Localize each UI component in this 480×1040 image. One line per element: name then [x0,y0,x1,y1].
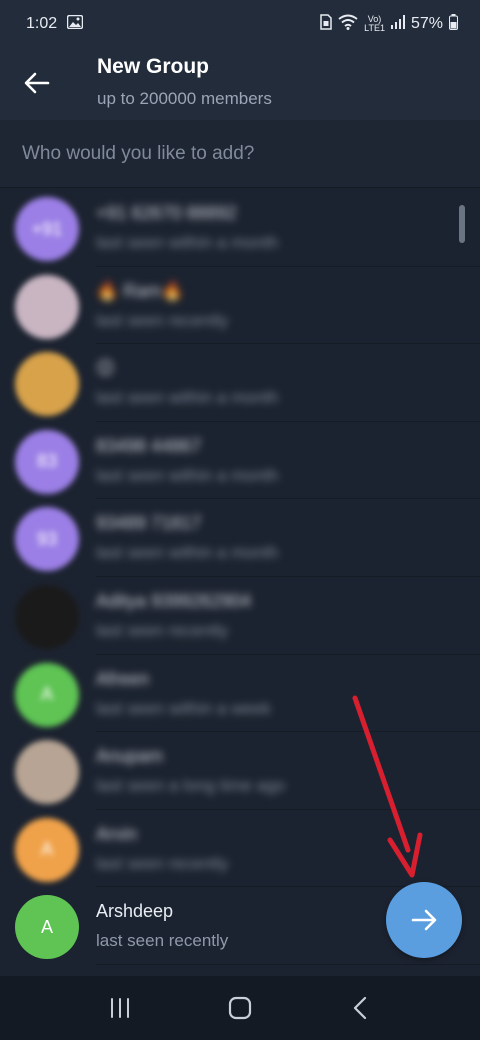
contact-row[interactable]: 🔥 Ram🔥 last seen recently [0,267,480,345]
contact-status: last seen within a month [96,465,279,485]
contact-name: 🔥 Ram🔥 [96,280,184,301]
contact-name: 93489 71817 [96,513,202,534]
avatar: +91 [15,197,79,261]
app-header: New Group up to 200000 members [0,48,480,120]
sim-icon [320,13,332,35]
avatar-initials: A [40,916,53,937]
signal-icon [390,14,405,34]
lte-label: LTE1 [364,23,385,33]
contact-status: last seen a long time ago [96,776,286,796]
page-subtitle: up to 200000 members [97,89,272,108]
contact-row[interactable]: 83 83498 44867 last seen within a month [0,422,480,500]
system-back-button[interactable] [336,984,384,1032]
avatar-initials: 83 [36,451,58,472]
contact-name: 83498 44867 [96,435,202,456]
search-bar [0,120,480,188]
contact-name: Arshdeep [96,901,174,922]
volte-indicator: Vo) LTE1 [364,15,385,33]
gallery-notification-icon [66,14,84,34]
contact-status: last seen within a month [96,388,279,408]
row-divider [96,963,480,965]
next-button[interactable] [386,882,462,958]
avatar-initials: 93 [36,528,58,549]
battery-percent: 57% [410,15,443,32]
contact-name: 😊 [96,358,115,379]
chevron-left-icon [353,996,367,1020]
avatar: A [15,895,79,960]
contact-status: last seen recently [96,931,229,951]
avatar: A [15,817,79,882]
contact-status: last seen within a month [96,233,279,252]
contact-row[interactable]: 😊 last seen within a month [0,344,480,422]
avatar [15,352,79,417]
avatar: A [15,662,79,727]
contact-status: last seen recently [96,620,229,640]
contact-row[interactable]: 93 93489 71817 last seen within a month [0,499,480,577]
annotation-arrow-icon [352,695,423,878]
contact-name: Afreen [96,668,150,689]
avatar-initials: +91 [31,218,63,239]
recents-button[interactable] [96,984,144,1032]
avatar [15,584,79,649]
home-icon [228,996,252,1020]
status-bar: 1:02 Vo) LTE1 57% [0,0,480,48]
status-time: 1:02 [26,15,58,32]
contact-status: last seen within a week [96,698,271,718]
arrow-right-icon [411,909,437,931]
wifi-icon [338,14,358,35]
contact-name: Aditya 9399262904 [96,590,252,611]
contact-status: last seen recently [96,310,229,330]
contact-row[interactable]: +91 +91 62670 88892 last seen within a mon… [0,189,480,267]
recents-icon [111,998,129,1018]
arrow-left-icon [24,72,50,94]
search-input[interactable] [22,138,452,170]
contact-name: +91 62670 88892 [96,203,237,223]
contact-status: last seen recently [96,853,229,873]
system-nav-bar [0,976,480,1040]
page-title: New Group [97,55,210,78]
avatar: 93 [15,507,79,572]
contact-status: last seen within a month [96,543,279,563]
avatar [15,740,79,805]
battery-icon [449,13,458,35]
contact-name: Arvin [96,823,138,844]
avatar-initials: A [40,839,53,860]
back-button[interactable] [20,66,54,100]
contact-name: Anupam [96,746,164,767]
home-button[interactable] [216,984,264,1032]
avatar: 83 [15,429,79,494]
scrollbar-thumb[interactable] [459,205,465,243]
avatar-initials: A [40,684,53,705]
contact-row[interactable]: Aditya 9399262904 last seen recently [0,577,480,655]
avatar [15,274,79,339]
